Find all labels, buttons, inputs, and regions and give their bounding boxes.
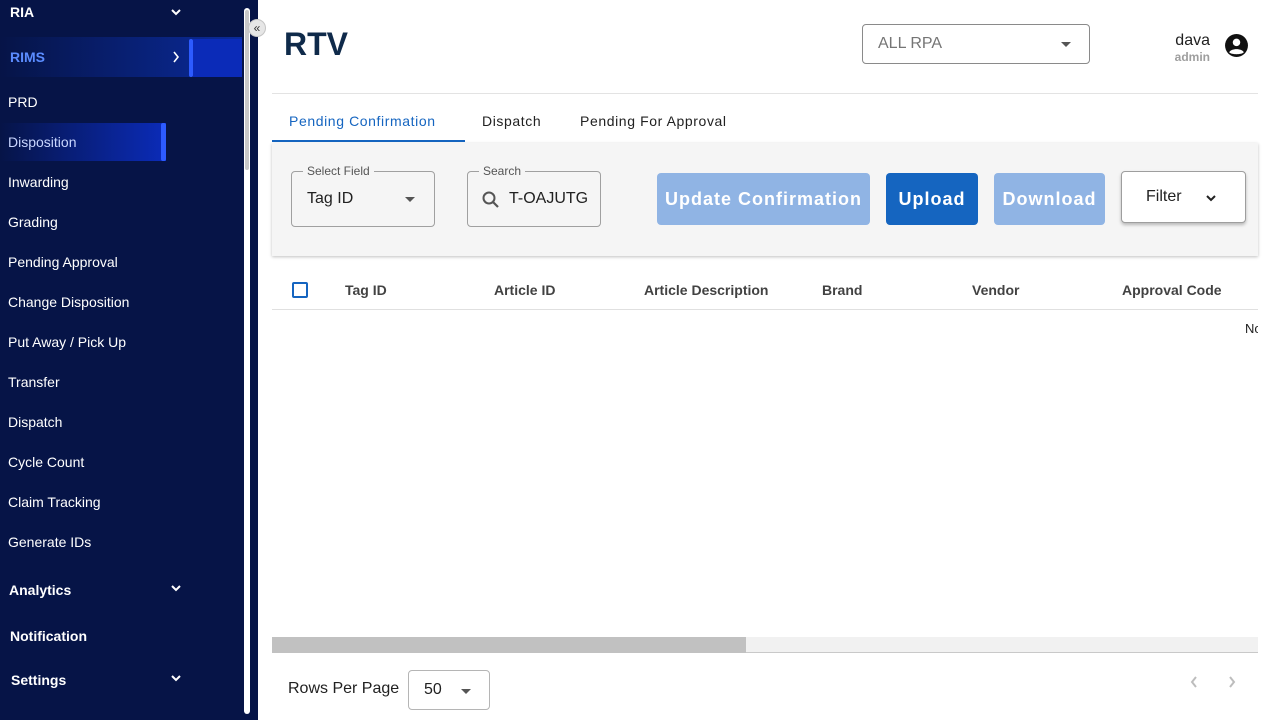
tab-label: Pending For Approval (580, 113, 727, 129)
search-label: Search (479, 164, 526, 178)
nav-group-settings[interactable]: Settings (0, 660, 242, 700)
tab-label: Pending Confirmation (289, 113, 436, 129)
active-indicator (189, 39, 193, 77)
account-circle-icon[interactable] (1224, 33, 1249, 58)
column-header-vendor[interactable]: Vendor (972, 282, 1019, 298)
active-highlight (193, 39, 242, 77)
select-field-value: Tag ID (307, 190, 354, 207)
rpa-select[interactable]: ALL RPA (862, 24, 1090, 64)
button-label: Download (1002, 188, 1097, 209)
sidebar-item-dispatch[interactable]: Dispatch (0, 403, 242, 441)
nav-group-label: Notification (10, 628, 87, 644)
select-field-label: Select Field (303, 164, 374, 178)
sidebar-item-label: Grading (8, 214, 58, 230)
user-role: admin (1174, 50, 1210, 64)
table-horizontal-scrollbar-thumb[interactable] (272, 637, 746, 653)
sidebar-item-disposition[interactable]: Disposition (0, 123, 166, 161)
column-header-approval-code[interactable]: Approval Code (1122, 282, 1222, 298)
sidebar-item-label: PRD (8, 94, 38, 110)
nav-group-label: Analytics (9, 582, 72, 598)
sidebar-item-inwarding[interactable]: Inwarding (0, 163, 242, 201)
chevron-left-icon (1189, 675, 1199, 694)
next-page-button[interactable] (1222, 674, 1242, 694)
active-indicator (161, 123, 166, 161)
dropdown-arrow-icon (1061, 42, 1071, 47)
collapse-sidebar-button[interactable]: « (248, 19, 266, 37)
rows-per-page-value: 50 (424, 681, 442, 698)
previous-page-button[interactable] (1184, 674, 1204, 694)
column-header-article-description[interactable]: Article Description (644, 282, 768, 298)
tab-label: Dispatch (482, 113, 542, 129)
sidebar-item-label: Transfer (8, 374, 60, 390)
sidebar-item-label: Claim Tracking (8, 494, 101, 510)
rpa-select-value: ALL RPA (878, 35, 943, 52)
sidebar-item-label: Dispatch (8, 414, 63, 430)
column-header-brand[interactable]: Brand (822, 282, 862, 298)
select-field-dropdown[interactable]: Select Field Tag ID (291, 164, 435, 227)
chevron-right-icon (1227, 675, 1237, 694)
nav-group-rims[interactable]: RIMS (0, 37, 242, 77)
nav-group-label: Settings (11, 672, 67, 688)
chevron-down-icon (170, 582, 182, 594)
active-tab-indicator (272, 140, 465, 142)
sidebar-item-label: Pending Approval (8, 254, 118, 270)
table-header-row: Tag ID Article ID Article Description Br… (272, 270, 1258, 310)
page-title: RTV (284, 26, 348, 62)
search-icon (481, 190, 501, 215)
dropdown-arrow-icon (461, 689, 471, 694)
sidebar-item-label: Change Disposition (8, 294, 130, 310)
nav-group-ria[interactable]: RIA (0, 0, 242, 32)
search-field[interactable]: Search T-OAJUTG (467, 164, 601, 227)
chevron-down-icon (170, 6, 182, 18)
sidebar-item-label: Cycle Count (8, 454, 85, 470)
sidebar-scrollbar-thumb[interactable] (245, 10, 249, 170)
rows-per-page-label: Rows Per Page (288, 680, 400, 697)
double-chevron-left-icon: « (253, 21, 261, 35)
sidebar-item-cycle-count[interactable]: Cycle Count (0, 443, 242, 481)
nav-group-label: RIA (10, 4, 35, 20)
column-header-tag-id[interactable]: Tag ID (345, 282, 387, 298)
search-input[interactable]: T-OAJUTG (509, 190, 587, 208)
chevron-right-icon (170, 51, 182, 63)
button-label: Upload (898, 188, 966, 209)
chevron-down-icon (1204, 191, 1218, 205)
sidebar-item-label: Generate IDs (8, 534, 92, 550)
sidebar-item-put-away-pick-up[interactable]: Put Away / Pick Up (0, 323, 242, 361)
download-button[interactable]: Download (994, 173, 1105, 225)
sidebar-item-label: Disposition (8, 134, 77, 150)
upload-button[interactable]: Upload (886, 173, 978, 225)
tab-pending-confirmation[interactable]: Pending Confirmation (272, 100, 453, 142)
rows-per-page-select[interactable]: 50 (408, 670, 490, 710)
sidebar: RIA RIMS PRD Disposition Inwarding Gradi… (0, 0, 258, 720)
user-name: dava (1175, 32, 1210, 49)
header-divider (272, 93, 1258, 94)
sidebar-item-prd[interactable]: PRD (0, 83, 242, 121)
column-header-article-id[interactable]: Article ID (494, 282, 555, 298)
nav-group-label: RIMS (10, 49, 45, 65)
sidebar-item-transfer[interactable]: Transfer (0, 363, 242, 401)
dropdown-arrow-icon (405, 197, 415, 202)
tab-pending-for-approval[interactable]: Pending For Approval (563, 100, 744, 142)
nav-group-analytics[interactable]: Analytics (0, 570, 242, 610)
filter-button[interactable]: Filter (1121, 171, 1246, 223)
sidebar-item-grading[interactable]: Grading (0, 203, 242, 241)
sidebar-item-label: Inwarding (8, 174, 69, 190)
button-label: Update Confirmation (665, 188, 862, 209)
button-label: Filter (1146, 188, 1182, 205)
no-rows-message: No (1245, 321, 1258, 336)
sidebar-item-label: Put Away / Pick Up (8, 334, 127, 350)
nav-group-notification[interactable]: Notification (0, 616, 242, 656)
tab-dispatch[interactable]: Dispatch (465, 100, 558, 142)
sidebar-item-generate-ids[interactable]: Generate IDs (0, 523, 242, 561)
update-confirmation-button[interactable]: Update Confirmation (657, 173, 870, 225)
chevron-down-icon (170, 672, 182, 684)
select-all-checkbox[interactable] (292, 282, 308, 298)
sidebar-item-claim-tracking[interactable]: Claim Tracking (0, 483, 242, 521)
sidebar-item-pending-approval[interactable]: Pending Approval (0, 243, 242, 281)
sidebar-item-change-disposition[interactable]: Change Disposition (0, 283, 242, 321)
